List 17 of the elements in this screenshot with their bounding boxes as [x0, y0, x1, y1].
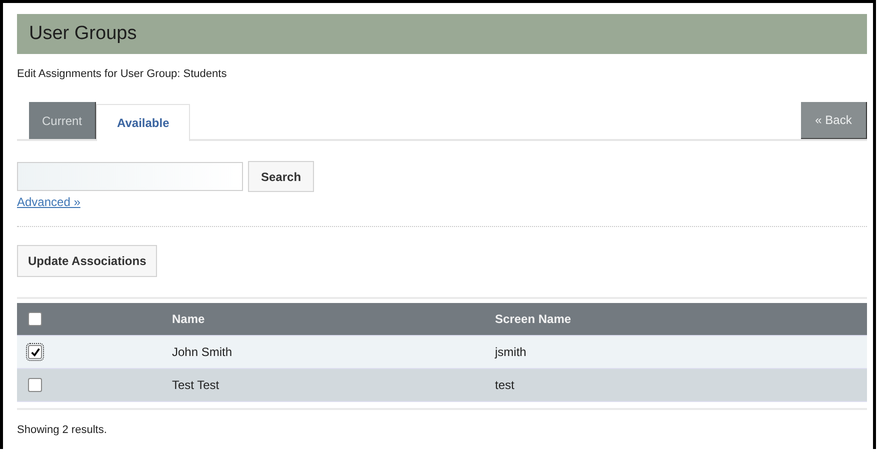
table-cell: Test Test [172, 378, 220, 392]
column-header: Name [172, 312, 205, 326]
page-subtitle: Edit Assignments for User Group: Students [17, 68, 228, 80]
tab[interactable]: Available [96, 104, 190, 141]
results-count: Showing 2 results. [17, 424, 108, 436]
table-cell: John Smith [172, 345, 232, 359]
column-header: Screen Name [495, 312, 572, 326]
update-associations-button[interactable]: Update Associations [17, 245, 158, 277]
table-cell: jsmith [495, 345, 526, 359]
table-cell: test [495, 378, 514, 392]
page-title: User Groups [29, 23, 137, 45]
checkbox[interactable] [28, 312, 42, 326]
search-button[interactable]: Search [248, 161, 314, 192]
search-field[interactable] [17, 162, 243, 191]
checkbox[interactable] [28, 378, 42, 392]
checkbox[interactable] [28, 345, 42, 359]
advanced-link[interactable]: Advanced » [17, 195, 80, 209]
